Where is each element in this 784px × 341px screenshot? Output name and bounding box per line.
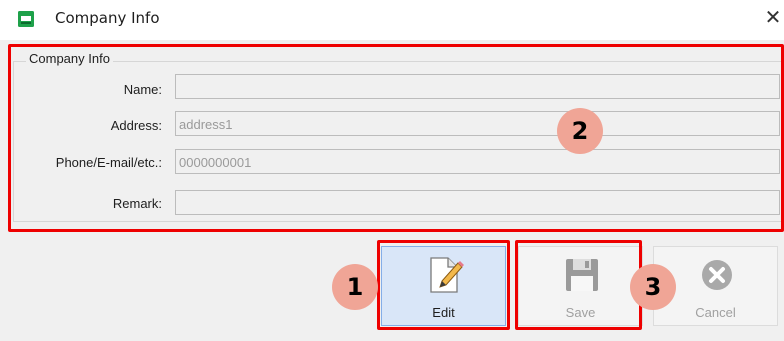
app-window-icon [18,11,34,27]
annotation-badge-3: 3 [630,264,676,310]
cancel-button-label: Cancel [695,305,736,320]
annotation-badge-1: 1 [332,264,378,310]
cancel-x-circle-icon [702,260,732,290]
highlight-fields-box [8,44,784,232]
annotation-badge-2: 2 [557,108,603,154]
highlight-edit-button [377,240,510,330]
highlight-save-button [515,240,642,330]
title-bar: Company Info ✕ [0,0,784,40]
close-icon[interactable]: ✕ [764,6,782,30]
window-title: Company Info [55,9,160,27]
